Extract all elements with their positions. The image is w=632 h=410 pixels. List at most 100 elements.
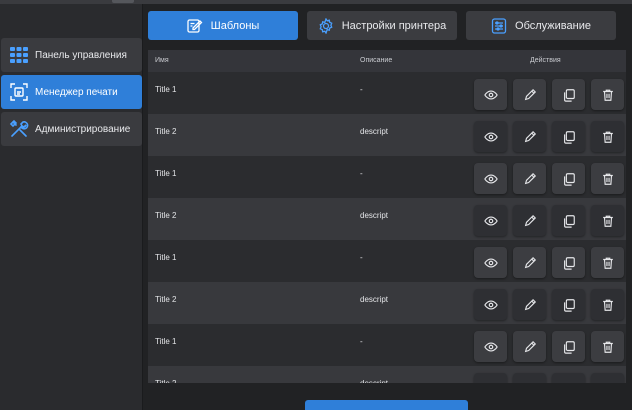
trash-icon xyxy=(601,298,615,312)
bottom-action-button[interactable] xyxy=(305,400,468,410)
cell-description: descript xyxy=(360,127,389,136)
table-row[interactable]: Title 1 - xyxy=(148,72,626,114)
view-button[interactable] xyxy=(474,163,507,194)
view-button[interactable] xyxy=(474,79,507,110)
tab-templates[interactable]: Шаблоны xyxy=(148,11,298,40)
edit-button[interactable] xyxy=(513,205,546,236)
duplicate-button[interactable] xyxy=(552,205,585,236)
pencil-icon xyxy=(523,130,537,144)
cell-description: - xyxy=(360,337,363,346)
edit-button[interactable] xyxy=(513,163,546,194)
table-row[interactable]: Title 1 - xyxy=(148,156,626,198)
copy-icon xyxy=(562,298,576,312)
copy-icon xyxy=(562,340,576,354)
table-row[interactable]: Title 2 descript xyxy=(148,366,626,383)
copy-icon xyxy=(562,130,576,144)
tab-label: Обслуживание xyxy=(515,19,591,32)
view-button[interactable] xyxy=(474,331,507,362)
sliders-icon xyxy=(491,17,507,34)
table-row[interactable]: Title 2 descript xyxy=(148,114,626,156)
delete-button[interactable] xyxy=(591,289,624,320)
cell-name: Title 1 xyxy=(155,337,177,346)
cell-description: - xyxy=(360,85,363,94)
copy-icon xyxy=(562,256,576,270)
cell-name: Title 1 xyxy=(155,85,177,94)
duplicate-button[interactable] xyxy=(552,289,585,320)
view-button[interactable] xyxy=(474,247,507,278)
cell-name: Title 2 xyxy=(155,379,177,383)
pencil-icon xyxy=(523,256,537,270)
pencil-icon xyxy=(523,382,537,383)
edit-button[interactable] xyxy=(513,331,546,362)
tab-label: Шаблоны xyxy=(210,19,260,32)
dashboard-grid-icon xyxy=(9,45,29,65)
duplicate-button[interactable] xyxy=(552,79,585,110)
duplicate-button[interactable] xyxy=(552,163,585,194)
cell-name: Title 2 xyxy=(155,127,177,136)
edit-button[interactable] xyxy=(513,121,546,152)
view-button[interactable] xyxy=(474,205,507,236)
sidebar-item-label: Панель управления xyxy=(35,49,127,61)
trash-icon xyxy=(601,340,615,354)
trash-icon xyxy=(601,256,615,270)
copy-icon xyxy=(562,88,576,102)
cell-name: Title 2 xyxy=(155,295,177,304)
cell-name: Title 1 xyxy=(155,169,177,178)
delete-button[interactable] xyxy=(591,121,624,152)
cell-description: - xyxy=(360,253,363,262)
eye-icon xyxy=(483,172,498,186)
sidebar: Панель управления Менеджер печати Админи… xyxy=(0,4,143,410)
sidebar-item-label: Менеджер печати xyxy=(35,86,118,98)
delete-button[interactable] xyxy=(591,247,624,278)
trash-icon xyxy=(601,88,615,102)
sidebar-item-administration[interactable]: Администрирование xyxy=(1,112,142,146)
tab-printer-settings[interactable]: Настройки принтера xyxy=(307,11,457,40)
tab-maintenance[interactable]: Обслуживание xyxy=(466,11,616,40)
eye-icon xyxy=(483,88,498,102)
sidebar-item-print-manager[interactable]: Менеджер печати xyxy=(1,75,142,109)
templates-table: Имя Описание Действия Title 1 - Title 2 des… xyxy=(148,50,626,383)
edit-button[interactable] xyxy=(513,247,546,278)
duplicate-button[interactable] xyxy=(552,121,585,152)
window-handle[interactable] xyxy=(112,0,134,3)
duplicate-button[interactable] xyxy=(552,331,585,362)
cell-name: Title 2 xyxy=(155,211,177,220)
cell-description: - xyxy=(360,169,363,178)
delete-button[interactable] xyxy=(591,331,624,362)
duplicate-button[interactable] xyxy=(552,247,585,278)
delete-button[interactable] xyxy=(591,79,624,110)
table-row[interactable]: Title 2 descript xyxy=(148,282,626,324)
table-row[interactable]: Title 1 - xyxy=(148,240,626,282)
view-button[interactable] xyxy=(474,289,507,320)
eye-icon xyxy=(483,256,498,270)
edit-button[interactable] xyxy=(513,289,546,320)
table-row[interactable]: Title 2 descript xyxy=(148,198,626,240)
copy-icon xyxy=(562,382,576,383)
cell-description: descript xyxy=(360,295,389,304)
gear-icon xyxy=(318,17,334,34)
delete-button[interactable] xyxy=(591,373,624,383)
trash-icon xyxy=(601,130,615,144)
duplicate-button[interactable] xyxy=(552,373,585,383)
table-header: Имя Описание Действия xyxy=(148,50,626,72)
delete-button[interactable] xyxy=(591,163,624,194)
table-row[interactable]: Title 1 - xyxy=(148,324,626,366)
print-manager-icon xyxy=(9,82,29,102)
eye-icon xyxy=(483,214,498,228)
eye-icon xyxy=(483,130,498,144)
view-button[interactable] xyxy=(474,373,507,383)
copy-icon xyxy=(562,214,576,228)
edit-button[interactable] xyxy=(513,79,546,110)
sidebar-item-dashboard[interactable]: Панель управления xyxy=(1,38,142,72)
template-edit-icon xyxy=(187,18,203,34)
view-button[interactable] xyxy=(474,121,507,152)
edit-button[interactable] xyxy=(513,373,546,383)
cell-description: descript xyxy=(360,211,389,220)
eye-icon xyxy=(483,298,498,312)
pencil-icon xyxy=(523,298,537,312)
cell-name: Title 1 xyxy=(155,253,177,262)
column-header-name: Имя xyxy=(155,57,169,64)
copy-icon xyxy=(562,172,576,186)
pencil-icon xyxy=(523,340,537,354)
delete-button[interactable] xyxy=(591,205,624,236)
